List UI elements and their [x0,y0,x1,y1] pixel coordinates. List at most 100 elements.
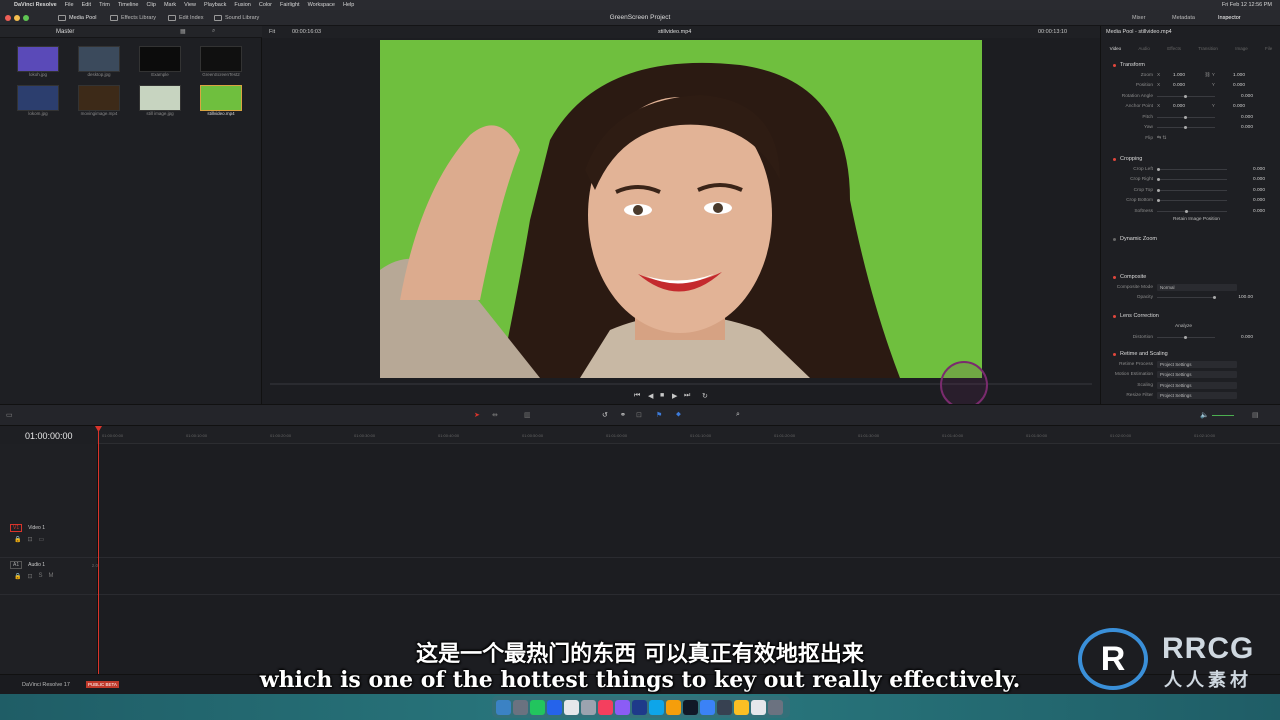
go-to-end-icon[interactable]: ⏭ [684,392,690,400]
linked-selection-icon[interactable]: ⚭ [620,411,626,419]
zoom-x-field[interactable]: 1.000 [1165,73,1185,78]
play-reverse-icon[interactable]: ◀ [648,392,653,400]
audio-track-header[interactable]: A1 Audio 1 2.0 [10,561,98,569]
trim-tool-icon[interactable]: ⇹ [492,411,498,419]
audio-track-id[interactable]: A1 [10,561,23,569]
audio-track-name[interactable]: Audio 1 [28,562,45,568]
go-to-start-icon[interactable]: ⏮ [634,392,640,400]
close-window-button[interactable] [5,15,11,21]
menubar-clock[interactable]: Fri Feb 12 12:56 PM [1222,2,1272,8]
track-lock-icon[interactable]: 🔒 [14,573,21,580]
timeline-view-options-icon[interactable]: ▭ [6,411,13,419]
menu-fairlight[interactable]: Fairlight [280,2,300,8]
media-clip-thumbnail[interactable]: Example [130,46,190,77]
media-clip-thumbnail[interactable]: lokoh.jpg [8,46,68,77]
track-visibility-icon[interactable]: ▭ [39,536,45,543]
crop-left-slider[interactable] [1157,167,1227,171]
softness-slider[interactable] [1157,209,1227,213]
flip-horizontal-icon[interactable]: ⇆ [1157,136,1161,141]
rotation-slider[interactable] [1157,94,1215,98]
menu-app-name[interactable]: DaVinci Resolve [14,2,57,8]
flag-icon[interactable]: ⚑ [656,411,662,419]
enable-dot-icon[interactable] [1113,157,1116,161]
dock-app-icon[interactable] [768,699,783,715]
bin-name[interactable]: Master [56,29,74,35]
crop-bottom-slider[interactable] [1157,199,1227,203]
clip-name[interactable]: stillvideo.mp4 [658,29,691,35]
dock-app-icon[interactable] [649,699,664,715]
enable-dot-icon[interactable] [1113,314,1116,318]
zoom-y-field[interactable]: 1.000 [1215,73,1245,78]
crop-top-field[interactable]: 0.000 [1227,188,1265,193]
dock-app-icon[interactable] [683,699,698,715]
resize-filter-dropdown[interactable]: Project Settings [1157,392,1237,400]
lock-icon[interactable]: ⊡ [636,411,642,419]
tab-file[interactable]: File [1265,40,1272,54]
tab-audio[interactable]: Audio [1138,40,1150,54]
dock-app-icon[interactable] [547,699,562,715]
media-clip-thumbnail[interactable]: still image.jpg [130,85,190,116]
position-x-field[interactable]: 0.000 [1165,83,1185,88]
menu-color[interactable]: Color [259,2,272,8]
selection-tool-icon[interactable]: ➤ [474,411,480,419]
flip-vertical-icon[interactable]: ⇅ [1162,136,1166,141]
media-pool-button[interactable]: Media Pool [58,13,97,23]
opacity-slider[interactable] [1157,296,1216,300]
tab-transition[interactable]: Transition [1198,40,1218,54]
crop-top-slider[interactable] [1157,188,1227,192]
media-clip-thumbnail[interactable]: stillvideo.mp4 [191,85,251,116]
zoom-fit-dropdown[interactable]: Fit [269,29,275,35]
menu-help[interactable]: Help [343,2,354,8]
dynamic-zoom-title[interactable]: Dynamic Zoom [1101,234,1280,244]
crop-right-field[interactable]: 0.000 [1227,177,1265,182]
dock-app-icon[interactable] [598,699,613,715]
dock-app-icon[interactable] [615,699,630,715]
pitch-slider[interactable] [1157,115,1215,119]
enable-dot-icon[interactable] [1113,63,1116,67]
crop-left-field[interactable]: 0.000 [1227,167,1265,172]
inspector-button[interactable]: Inspector [1218,13,1241,23]
enable-dot-icon[interactable] [1113,237,1116,241]
anchor-x-field[interactable]: 0.000 [1165,104,1185,109]
pitch-field[interactable]: 0.000 [1215,115,1253,120]
analyze-button[interactable]: Analyze [1101,321,1280,332]
volume-icon[interactable]: 🔈 [1200,411,1209,419]
search-icon[interactable]: ⌕ [212,28,215,35]
video-frame[interactable] [380,40,982,378]
retime-process-dropdown[interactable]: Project Settings [1157,360,1237,368]
audio-meter-icon[interactable]: ▤ [1252,411,1259,419]
yaw-field[interactable]: 0.000 [1215,125,1253,130]
tab-video[interactable]: Video [1110,40,1121,54]
menu-fusion[interactable]: Fusion [234,2,251,8]
anchor-y-field[interactable]: 0.000 [1215,104,1245,109]
minimize-window-button[interactable] [14,15,20,21]
zoom-window-button[interactable] [23,15,29,21]
video-track-id[interactable]: V1 [10,524,23,532]
crop-right-slider[interactable] [1157,178,1227,182]
edit-index-button[interactable]: Edit Index [168,13,203,23]
dock-app-icon[interactable] [751,699,766,715]
effects-library-button[interactable]: Effects Library [110,13,156,23]
distortion-field[interactable]: 0.000 [1215,335,1253,340]
motion-estimation-dropdown[interactable]: Project Settings [1157,371,1237,379]
media-clip-thumbnail[interactable]: lokom.jpg [8,85,68,116]
video-track-name[interactable]: Video 1 [28,525,45,531]
dock-app-icon[interactable] [717,699,732,715]
snapping-icon[interactable]: ↺ [602,411,608,419]
mute-button[interactable]: M [49,573,54,580]
media-clip-thumbnail[interactable]: movingimage.mp4 [69,85,129,116]
track-lock-icon[interactable]: 🔒 [14,536,21,543]
retime-scaling-title[interactable]: Retime and Scaling [1101,349,1280,359]
mixer-button[interactable]: Mixer [1132,13,1145,23]
sound-library-button[interactable]: Sound Library [214,13,259,23]
lens-correction-title[interactable]: Lens Correction [1101,311,1280,321]
menu-playback[interactable]: Playback [204,2,226,8]
menu-trim[interactable]: Trim [99,2,110,8]
dock-app-icon[interactable] [564,699,579,715]
distortion-slider[interactable] [1157,335,1215,339]
dock-app-icon[interactable] [530,699,545,715]
crop-bottom-field[interactable]: 0.000 [1227,198,1265,203]
scaling-dropdown[interactable]: Project Settings [1157,381,1237,389]
solo-button[interactable]: S [39,573,43,580]
opacity-field[interactable]: 100.00 [1215,295,1253,300]
